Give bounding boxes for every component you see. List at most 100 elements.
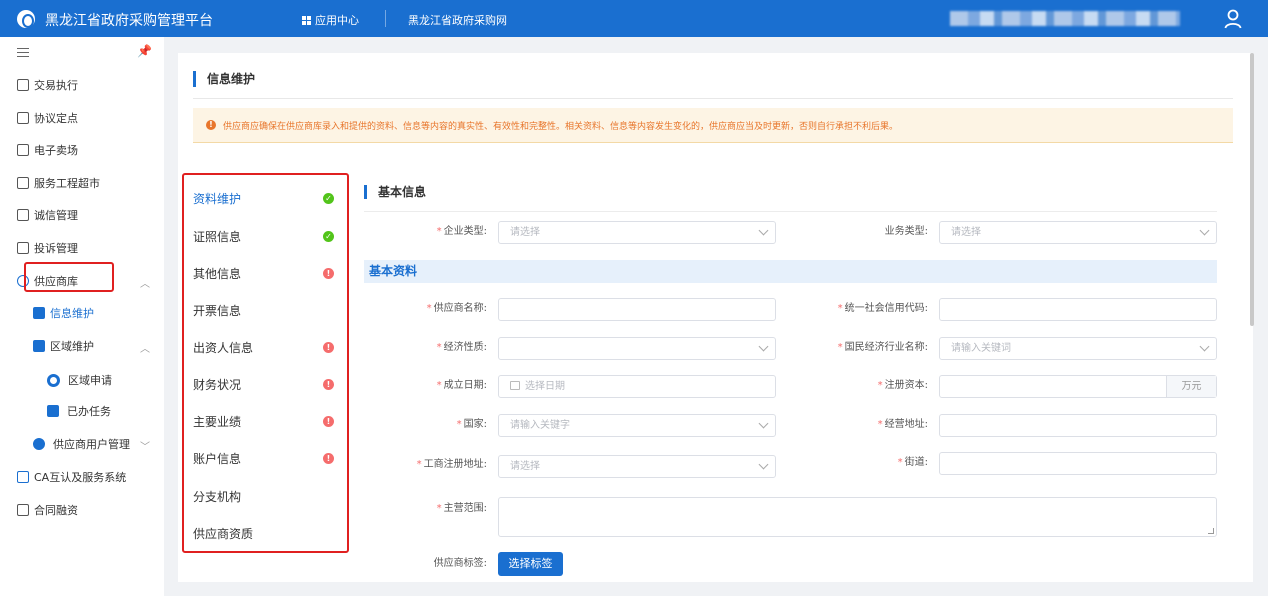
supplier-tag-label: 供应商标签: [433, 558, 487, 569]
section-nav-label: 其他信息 [193, 267, 242, 281]
sidebar-item-done-tasks[interactable]: 已办任务 [47, 399, 164, 423]
enterprise-type-label: * 企业类型: [436, 226, 487, 237]
section-nav-item[interactable]: 资料维护 ✓ [193, 189, 343, 209]
sidebar-item-label: 信息维护 [50, 307, 94, 320]
sidebar-item-label: 协议定点 [34, 112, 78, 125]
sidebar-item-label: 已办任务 [67, 405, 111, 418]
sidebar-item-ca[interactable]: CA互认及服务系统 [17, 465, 164, 489]
menu-toggle-icon[interactable] [17, 48, 29, 57]
chevron-down-icon: ﹀ [140, 442, 150, 453]
highlight-box-sidebar [24, 262, 114, 292]
sidebar-item-trade-execution[interactable]: 交易执行 [17, 73, 164, 97]
section-nav-label: 证照信息 [193, 230, 242, 244]
supplier-name-label: * 供应商名称: [426, 303, 487, 314]
id-card-icon [33, 340, 45, 352]
section-title-basic-info: 基本信息 [364, 185, 426, 199]
select-tag-button[interactable]: 选择标签 [498, 552, 563, 576]
grid-icon [302, 15, 311, 25]
sidebar-item-label: 区域维护 [50, 340, 94, 353]
sidebar-item-region-apply[interactable]: 区域申请 [47, 368, 164, 392]
section-nav-label: 供应商资质 [193, 527, 254, 541]
users-icon [33, 438, 45, 450]
user-icon[interactable] [1224, 9, 1242, 29]
check-icon: ✓ [323, 193, 334, 204]
credit-code-input[interactable] [939, 298, 1217, 321]
sidebar-item-label: 投诉管理 [34, 242, 78, 255]
warning-icon: ! [206, 120, 216, 130]
cart-icon [17, 144, 29, 156]
section-nav-label: 账户信息 [193, 452, 242, 466]
chevron-up-icon: ︿ [140, 344, 150, 355]
sidebar-item-label: 电子卖场 [34, 144, 78, 157]
street-label: * 街道: [897, 457, 928, 468]
report-icon [17, 242, 29, 254]
section-nav-label: 资料维护 [193, 192, 242, 206]
scrollbar[interactable] [1250, 53, 1254, 326]
divider [193, 98, 1233, 99]
sidebar-item-service-market[interactable]: 服务工程超市 [17, 171, 164, 195]
country-label: * 国家: [456, 419, 487, 430]
sidebar-item-agreement[interactable]: 协议定点 [17, 106, 164, 130]
app-title: 黑龙江省政府采购管理平台 [45, 13, 213, 29]
cart-icon [17, 112, 29, 124]
chevron-up-icon: ︿ [140, 279, 150, 290]
section-nav-label: 财务状况 [193, 378, 242, 392]
redacted-user-info [950, 11, 1180, 26]
section-nav-item[interactable]: 供应商资质 [193, 524, 343, 544]
section-nav-label: 主要业绩 [193, 415, 242, 429]
street-input[interactable] [939, 452, 1217, 475]
business-type-select[interactable]: 请选择 [939, 221, 1217, 244]
sidebar-item-label: 交易执行 [34, 79, 78, 92]
sidebar-item-credit[interactable]: 诚信管理 [17, 203, 164, 227]
sidebar-item-region[interactable]: 区域维护 ︿ [33, 334, 164, 358]
sidebar-item-user-mgmt[interactable]: 供应商用户管理 ﹀ [33, 432, 164, 456]
list-icon [17, 209, 29, 221]
sidebar-item-label: 区域申请 [68, 374, 112, 387]
sidebar-item-label: CA互认及服务系统 [34, 471, 127, 484]
sidebar-item-label: 服务工程超市 [34, 177, 100, 190]
sidebar-item-e-mall[interactable]: 电子卖场 [17, 138, 164, 162]
notice-text: 供应商应确保在供应商库录入和提供的资料、信息等内容的真实性、有效性和完整性。相关… [223, 121, 899, 132]
pin-icon[interactable]: 📌 [137, 44, 152, 58]
cart-icon [17, 177, 29, 189]
logo-icon [17, 10, 35, 28]
page-title: 信息维护 [193, 71, 255, 87]
sidebar-item-info-maintenance[interactable]: 信息维护 [33, 301, 164, 325]
registered-capital-input[interactable]: 万元 [939, 375, 1217, 398]
app-center-link[interactable]: 应用中心 [302, 12, 359, 28]
app-center-label: 应用中心 [315, 14, 359, 27]
credit-code-label: * 统一社会信用代码: [837, 303, 928, 314]
sidebar-item-label: 诚信管理 [34, 209, 78, 222]
registered-capital-label: * 注册资本: [877, 380, 928, 391]
divider [364, 211, 1217, 212]
section-nav-label: 开票信息 [193, 304, 242, 318]
section-nav-label: 分支机构 [193, 490, 242, 504]
sidebar-item-contract-finance[interactable]: 合同融资 [17, 498, 164, 522]
top-bar: 黑龙江省政府采购管理平台 应用中心 黑龙江省政府采购网 [0, 0, 1268, 37]
procurement-site-link[interactable]: 黑龙江省政府采购网 [408, 12, 507, 28]
divider [385, 10, 386, 27]
chevron-down-icon [1199, 341, 1210, 352]
section-nav-item[interactable]: 其他信息! [193, 264, 343, 284]
sidebar-item-complaints[interactable]: 投诉管理 [17, 236, 164, 260]
capital-unit: 万元 [1166, 376, 1216, 397]
chevron-down-icon [1199, 225, 1210, 236]
industry-name-label: * 国民经济行业名称: [837, 342, 928, 353]
business-address-label: * 经营地址: [877, 419, 928, 430]
gear-icon [47, 373, 60, 387]
calendar-icon [510, 381, 520, 390]
sidebar-toolbar: 📌 [0, 37, 164, 67]
founded-date-label: * 成立日期: [436, 380, 487, 391]
contract-icon [17, 504, 29, 516]
business-address-input[interactable] [939, 414, 1217, 437]
section-title-basic-data: 基本资料 [364, 260, 1217, 283]
certificate-icon [17, 471, 29, 483]
industry-name-select[interactable]: 请输入关键词 [939, 337, 1217, 360]
registered-address-label: * 工商注册地址: [416, 459, 487, 470]
section-nav-label: 出资人信息 [193, 341, 254, 355]
document-icon [17, 79, 29, 91]
sidebar-item-label: 合同融资 [34, 504, 78, 517]
business-scope-textarea[interactable] [498, 497, 1217, 537]
id-card-icon [33, 307, 45, 319]
economic-nature-label: * 经济性质: [436, 342, 487, 353]
